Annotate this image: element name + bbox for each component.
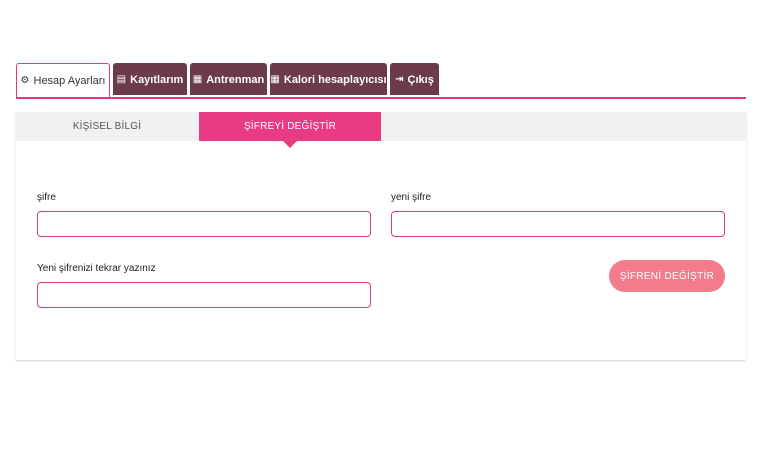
repeat-password-label: Yeni şifrenizi tekrar yazınız: [37, 263, 156, 274]
change-password-button[interactable]: ŞİFRENİ DEĞİŞTİR: [609, 260, 725, 292]
tab-label: Kalori hesaplayıcısı: [283, 73, 387, 86]
current-password-label: şifre: [37, 192, 56, 203]
subtab-bar: KİŞİSEL BİLGİ ŞİFREYİ DEĞİŞTİR: [16, 112, 746, 148]
tab-label: Kayıtlarım: [130, 73, 184, 86]
gear-icon: ⚙: [20, 75, 30, 86]
subtab-change-password[interactable]: ŞİFREYİ DEĞİŞTİR: [199, 112, 381, 148]
repeat-password-field[interactable]: [37, 282, 371, 308]
subtab-personal-info[interactable]: KİŞİSEL BİLGİ: [16, 112, 198, 141]
tab-label: Antrenman: [206, 73, 265, 86]
account-tabs: ⚙ Hesap Ayarları ▤ Kayıtlarım ▦ Antrenma…: [16, 63, 746, 99]
tab-workout[interactable]: ▦ Antrenman: [190, 63, 267, 95]
new-password-label: yeni şifre: [391, 192, 432, 203]
tab-calorie-calculator[interactable]: ▦ Kalori hesaplayıcısı: [270, 63, 387, 95]
tab-label: Hesap Ayarları: [33, 74, 106, 87]
new-password-field[interactable]: [391, 211, 725, 237]
tab-account-settings[interactable]: ⚙ Hesap Ayarları: [16, 63, 110, 97]
calendar-icon: ▦: [192, 74, 203, 85]
tab-records[interactable]: ▤ Kayıtlarım: [113, 63, 187, 95]
current-password-field[interactable]: [37, 211, 371, 237]
tab-logout[interactable]: ⇥ Çıkış: [390, 63, 439, 95]
sign-out-icon: ⇥: [395, 74, 404, 85]
settings-panel: KİŞİSEL BİLGİ ŞİFREYİ DEĞİŞTİR şifre yen…: [16, 112, 746, 360]
calendar-icon: ▦: [270, 74, 280, 85]
id-card-icon: ▤: [116, 74, 127, 85]
tab-label: Çıkış: [407, 73, 434, 86]
